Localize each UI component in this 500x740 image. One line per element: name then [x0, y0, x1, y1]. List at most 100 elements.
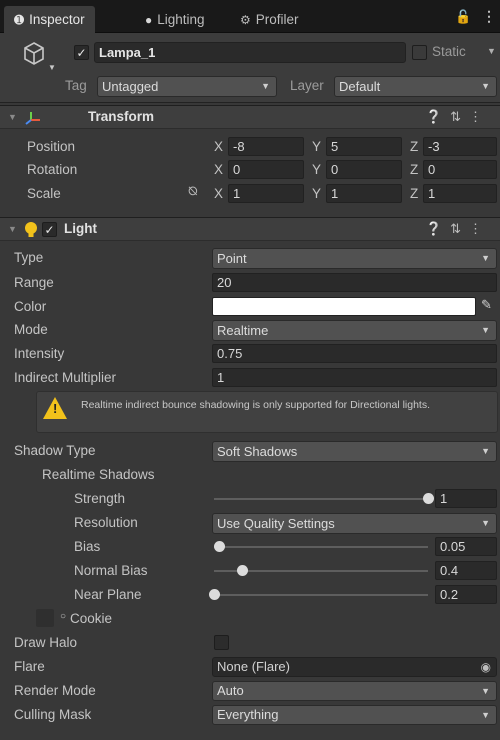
shadow-type-value: Soft Shadows — [217, 444, 298, 459]
strength-slider-track[interactable] — [214, 498, 428, 500]
position-x-input[interactable]: -8 — [228, 137, 304, 156]
tab-profiler-label: Profiler — [255, 12, 299, 27]
scale-z-input[interactable]: 1 — [423, 184, 497, 203]
render-mode-label: Render Mode — [14, 683, 96, 698]
layer-dropdown[interactable]: Default ▼ — [334, 76, 497, 97]
tab-inspector[interactable]: ➊ Inspector — [4, 6, 95, 33]
rotation-z-label[interactable]: Z — [410, 161, 418, 179]
culling-mask-dropdown[interactable]: Everything ▼ — [212, 705, 497, 725]
component-menu-icon[interactable]: ⋮ — [469, 109, 490, 124]
color-label: Color — [14, 299, 47, 314]
static-checkbox[interactable] — [412, 45, 427, 60]
chevron-down-icon: ▼ — [481, 253, 490, 263]
normal-bias-slider-knob[interactable] — [236, 565, 248, 576]
flare-object-field[interactable]: None (Flare) ◉ — [212, 657, 497, 677]
scale-x-input[interactable]: 1 — [228, 184, 304, 203]
light-header[interactable]: ▼ ✓ Light ❔⇅⋮ — [0, 217, 500, 241]
near-plane-slider-knob[interactable] — [209, 589, 220, 600]
type-dropdown[interactable]: Point ▼ — [212, 248, 497, 269]
bias-slider-knob[interactable] — [214, 541, 226, 552]
chevron-down-icon: ▼ — [481, 81, 490, 91]
tab-lighting[interactable]: ● Lighting — [145, 6, 205, 33]
bias-slider-track[interactable] — [214, 546, 428, 548]
color-swatch[interactable] — [212, 297, 476, 316]
icon-dropdown-arrow[interactable]: ▼ — [48, 63, 56, 72]
foldout-arrow-icon[interactable]: ▼ — [8, 224, 17, 234]
layer-label: Layer — [290, 78, 324, 93]
flare-value: None (Flare) — [217, 659, 290, 674]
transform-header[interactable]: ▼ Transform ❔⇅⋮ — [0, 105, 500, 129]
range-input[interactable]: 20 — [212, 273, 497, 292]
type-label: Type — [14, 250, 44, 265]
strength-input[interactable]: 1 — [435, 489, 497, 508]
chevron-down-icon: ▼ — [481, 325, 490, 335]
rotation-x-input[interactable]: 0 — [228, 160, 304, 179]
chevron-down-icon: ▼ — [261, 81, 270, 91]
help-icon[interactable]: ❔ — [426, 221, 450, 236]
warning-exclamation: ! — [53, 401, 58, 416]
scale-x-label[interactable]: X — [214, 185, 223, 203]
constrain-proportions-icon[interactable]: ⦰ — [188, 184, 198, 199]
position-z-input[interactable]: -3 — [423, 137, 497, 156]
scale-label: Scale — [27, 186, 61, 201]
cookie-thumbnail[interactable] — [36, 609, 54, 627]
preset-icon[interactable]: ⇅ — [450, 221, 469, 236]
mode-value: Realtime — [217, 323, 269, 338]
draw-halo-checkbox[interactable] — [214, 635, 229, 650]
resolution-value: Use Quality Settings — [217, 516, 335, 531]
bias-input[interactable]: 0.05 — [435, 537, 497, 556]
tab-lighting-label: Lighting — [157, 12, 205, 27]
light-enabled-checkbox[interactable]: ✓ — [42, 222, 57, 237]
scale-y-input[interactable]: 1 — [326, 184, 402, 203]
static-dropdown-arrow[interactable]: ▼ — [487, 46, 496, 56]
preset-icon[interactable]: ⇅ — [450, 109, 469, 124]
help-icon[interactable]: ❔ — [426, 109, 450, 124]
resolution-dropdown[interactable]: Use Quality Settings ▼ — [212, 513, 497, 534]
static-label: Static — [432, 44, 466, 59]
transform-title: Transform — [88, 109, 155, 124]
object-picker-icon[interactable]: ◉ — [481, 658, 491, 676]
strength-label: Strength — [74, 491, 126, 506]
mode-dropdown[interactable]: Realtime ▼ — [212, 320, 497, 341]
component-menu-icon[interactable]: ⋮ — [469, 221, 490, 236]
strength-slider-knob[interactable] — [423, 493, 434, 504]
rotation-y-input[interactable]: 0 — [326, 160, 402, 179]
object-name-input[interactable]: Lampa_1 — [94, 42, 406, 63]
light-title: Light — [64, 221, 97, 236]
scale-y-label[interactable]: Y — [312, 185, 321, 203]
tag-dropdown[interactable]: Untagged ▼ — [97, 76, 277, 97]
kebab-menu-icon[interactable]: ⋮ — [482, 8, 496, 25]
position-y-input[interactable]: 5 — [326, 137, 402, 156]
shadow-type-label: Shadow Type — [14, 443, 96, 458]
normal-bias-input[interactable]: 0.4 — [435, 561, 497, 580]
light-bulb-icon — [25, 222, 37, 237]
warning-text: Realtime indirect bounce shadowing is on… — [81, 399, 431, 411]
active-checkbox[interactable]: ✓ — [74, 45, 89, 60]
position-x-label[interactable]: X — [214, 138, 223, 156]
near-plane-input[interactable]: 0.2 — [435, 585, 497, 604]
component-header-icons: ❔⇅⋮ — [426, 109, 490, 125]
shadow-type-dropdown[interactable]: Soft Shadows ▼ — [212, 441, 497, 462]
intensity-input[interactable]: 0.75 — [212, 344, 497, 363]
position-z-label[interactable]: Z — [410, 138, 418, 156]
eyedropper-icon[interactable]: ✎ — [481, 297, 492, 313]
render-mode-dropdown[interactable]: Auto ▼ — [212, 681, 497, 701]
rotation-x-label[interactable]: X — [214, 161, 223, 179]
indirect-multiplier-input[interactable]: 1 — [212, 368, 497, 387]
rotation-z-input[interactable]: 0 — [423, 160, 497, 179]
object-picker-icon[interactable]: ○ — [60, 611, 66, 622]
component-header-icons: ❔⇅⋮ — [426, 221, 490, 237]
culling-mask-label: Culling Mask — [14, 707, 92, 722]
chevron-down-icon: ▼ — [481, 686, 490, 696]
rotation-y-label[interactable]: Y — [312, 161, 321, 179]
bulb-icon: ● — [145, 12, 153, 27]
scale-z-label[interactable]: Z — [410, 185, 418, 203]
culling-mask-value: Everything — [217, 707, 279, 722]
gameobject-cube-icon — [24, 42, 44, 65]
type-value: Point — [217, 251, 247, 266]
lock-icon[interactable]: 🔓 — [455, 9, 471, 25]
position-y-label[interactable]: Y — [312, 138, 321, 156]
tab-profiler[interactable]: ⚙ Profiler — [240, 6, 299, 33]
foldout-arrow-icon[interactable]: ▼ — [8, 112, 17, 122]
near-plane-slider-track[interactable] — [214, 594, 428, 596]
